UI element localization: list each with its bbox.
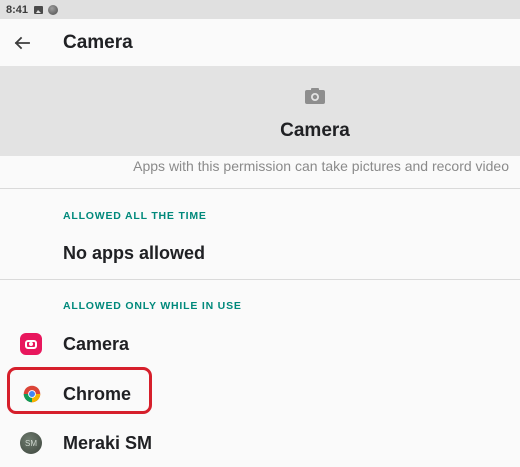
app-row-camera[interactable]: Camera: [0, 320, 520, 368]
app-row-chrome[interactable]: Chrome: [0, 370, 520, 418]
image-icon: [34, 5, 44, 14]
app-label: Camera: [63, 333, 130, 354]
app-row-meraki-sm[interactable]: SM Meraki SM: [0, 419, 520, 467]
toolbar-title: Camera: [63, 31, 133, 53]
permission-header: Camera: [0, 66, 520, 156]
section-header-allowed-while-in-use: ALLOWED ONLY WHILE IN USE: [63, 300, 242, 312]
permission-description: Apps with this permission can take pictu…: [133, 158, 509, 174]
back-button[interactable]: [2, 23, 42, 63]
header-title: Camera: [280, 120, 350, 141]
camera-icon: [305, 88, 325, 104]
status-bar: 8:41: [0, 0, 520, 19]
no-apps-text: No apps allowed: [63, 243, 206, 263]
section-header-allowed-all-time: ALLOWED ALL THE TIME: [63, 210, 207, 222]
camera-app-icon: [20, 333, 42, 355]
meraki-sm-icon: SM: [20, 432, 42, 454]
arrow-left-icon: [14, 36, 30, 49]
divider: [0, 188, 520, 189]
chrome-icon: [23, 385, 41, 403]
app-label: Chrome: [63, 383, 132, 404]
toolbar: Camera: [0, 19, 520, 66]
status-time: 8:41: [6, 3, 29, 16]
divider: [0, 279, 520, 280]
app-label: Meraki SM: [63, 432, 153, 453]
circle-app-icon: [48, 4, 59, 15]
